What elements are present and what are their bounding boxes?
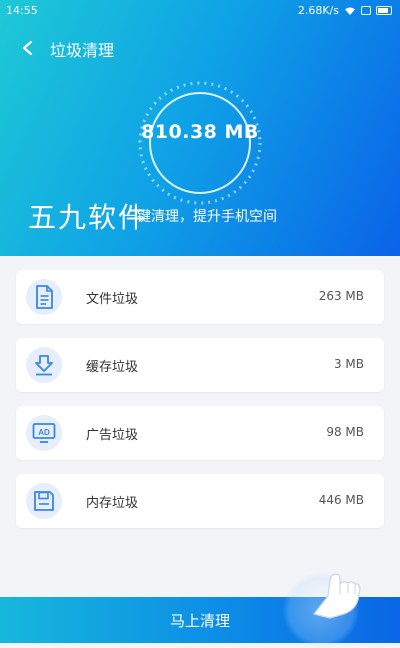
junk-item-size: 446 MB bbox=[318, 493, 364, 507]
battery-icon bbox=[376, 6, 392, 15]
junk-item-label: 内存垃圾 bbox=[86, 496, 139, 511]
dotted-ring-icon bbox=[138, 81, 262, 205]
download-icon bbox=[26, 347, 62, 383]
junk-item-file[interactable]: 文件垃圾 263 MB bbox=[16, 270, 384, 324]
junk-item-memory[interactable]: 内存垃圾 446 MB bbox=[16, 474, 384, 528]
wifi-icon bbox=[345, 7, 355, 15]
watermark-text: 五九软件 bbox=[28, 201, 149, 234]
junk-item-ad[interactable]: AD 广告垃圾 98 MB bbox=[16, 406, 384, 460]
status-bar: 14:55 2.68K/s bbox=[0, 0, 400, 20]
back-button[interactable] bbox=[14, 34, 42, 62]
junk-item-label: 缓存垃圾 bbox=[86, 360, 139, 375]
status-time: 14:55 bbox=[6, 4, 38, 17]
junk-size-value: 810.38 MB bbox=[141, 121, 259, 143]
notification-icon bbox=[361, 6, 371, 15]
junk-item-size: 263 MB bbox=[318, 289, 364, 303]
junk-item-label: 文件垃圾 bbox=[86, 292, 139, 307]
network-speed: 2.68K/s bbox=[297, 4, 339, 17]
svg-text:AD: AD bbox=[38, 428, 50, 437]
junk-item-size: 3 MB bbox=[333, 357, 364, 371]
chevron-left-icon bbox=[22, 40, 33, 56]
pointing-hand-icon bbox=[313, 573, 361, 619]
junk-item-label: 广告垃圾 bbox=[86, 428, 139, 443]
nav-bar: 垃圾清理 bbox=[0, 30, 400, 64]
save-icon bbox=[26, 483, 62, 519]
document-icon bbox=[26, 279, 62, 315]
ad-icon: AD bbox=[26, 415, 62, 451]
header-banner: 14:55 2.68K/s 垃圾清理 810.38 MB 一键清理，提升手机空间… bbox=[0, 0, 400, 256]
page-title: 垃圾清理 bbox=[50, 41, 115, 60]
junk-item-cache[interactable]: 缓存垃圾 3 MB bbox=[16, 338, 384, 392]
status-icons: 2.68K/s bbox=[298, 4, 392, 17]
junk-item-size: 98 MB bbox=[326, 425, 364, 439]
junk-size-ring: 810.38 MB bbox=[136, 79, 264, 207]
